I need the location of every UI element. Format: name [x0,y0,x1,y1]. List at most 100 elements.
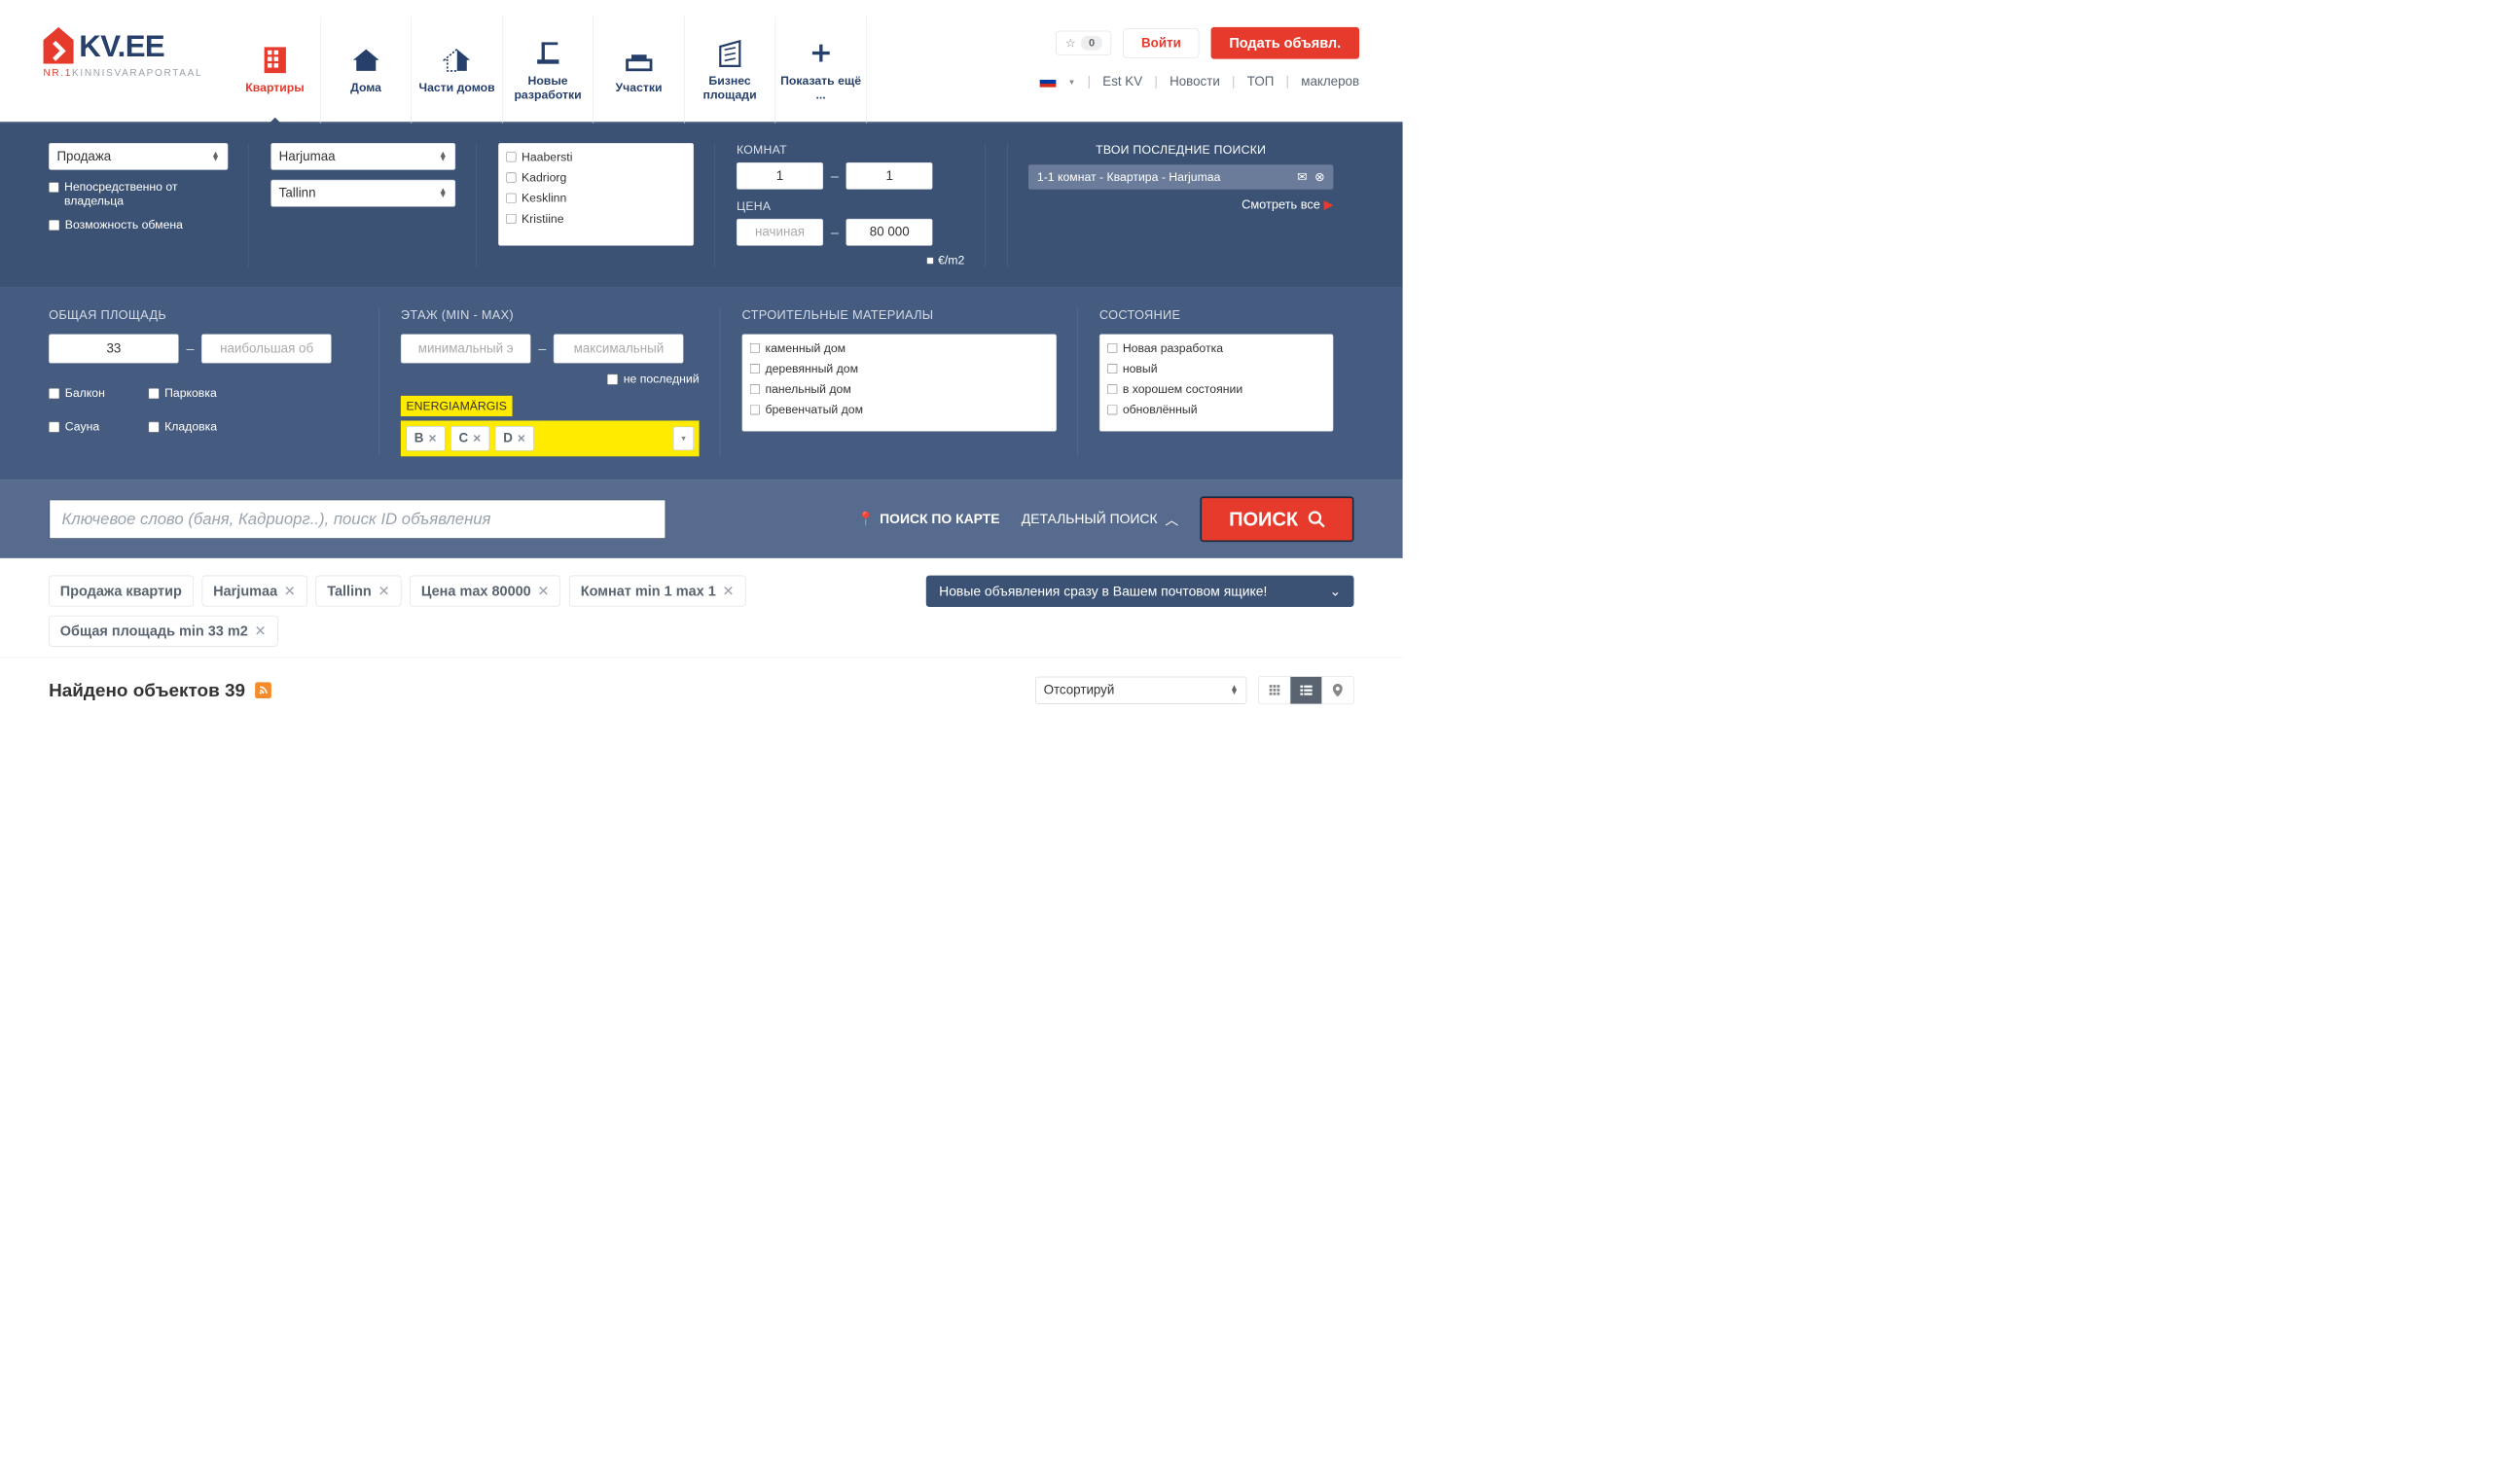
district-item[interactable]: Kesklinn [499,188,694,208]
see-all-link[interactable]: Смотреть все ▶ [1028,197,1333,212]
nav-house-parts[interactable]: Части домов [412,17,503,124]
material-item[interactable]: бревенчатый дом [742,400,1056,420]
owner-checkbox[interactable]: Непосредственно от владельца [49,180,228,208]
close-icon[interactable]: ✕ [254,623,266,639]
logo-text: KV.EE [79,28,164,63]
floor-max-input[interactable] [554,334,684,363]
building-icon [263,46,286,74]
condition-item[interactable]: Новая разработка [1099,338,1332,358]
chevron-down-icon: ▼ [1068,78,1076,87]
link-est-kv[interactable]: Est KV [1102,74,1142,89]
nav-more[interactable]: Показать ещё ... [775,17,867,124]
parking-checkbox[interactable]: Парковка [148,386,217,400]
search-button[interactable]: ПОИСК [1201,496,1354,542]
exchange-checkbox[interactable]: Возможность обмена [49,218,228,231]
energy-tags: B✕ C✕ D✕ ▾ [401,420,700,456]
nav-apartments[interactable]: Квартиры [230,17,321,124]
area-min-input[interactable] [49,334,179,363]
close-icon[interactable]: ✕ [537,583,549,599]
deal-type-select[interactable]: Продажа▲▼ [49,143,228,170]
recent-search-item[interactable]: 1-1 комнат - Квартира - Harjumaa ✉ ⊗ [1028,164,1333,190]
sort-select[interactable]: Отсортируй▲▼ [1035,677,1246,704]
search-icon [1308,511,1325,528]
login-button[interactable]: Войти [1124,28,1200,57]
keyword-input[interactable] [49,499,666,539]
not-last-checkbox[interactable]: не последний [401,372,700,385]
pin-icon [1333,684,1343,696]
link-news[interactable]: Новости [1170,74,1220,89]
energy-dropdown[interactable]: ▾ [673,427,694,450]
plot-icon [625,48,653,71]
post-ad-button[interactable]: Подать объявл. [1210,27,1359,59]
energy-tag-d[interactable]: D✕ [495,426,534,451]
district-item[interactable]: Kristiine [499,208,694,229]
condition-item[interactable]: новый [1099,358,1332,378]
floor-heading: ЭТАЖ (MIN - MAX) [401,307,700,322]
filter-chip[interactable]: Комнат min 1 max 1✕ [569,576,745,607]
close-icon[interactable]: ⊗ [1314,170,1324,184]
storage-checkbox[interactable]: Кладовка [148,419,217,433]
rooms-min-input[interactable] [737,162,823,190]
nav-business[interactable]: Бизнес площади [685,17,776,124]
close-icon[interactable]: ✕ [378,583,389,599]
office-icon [717,39,743,67]
eur-m2-checkbox[interactable] [926,257,933,264]
house-part-icon [443,47,471,73]
close-icon[interactable]: ✕ [284,583,296,599]
detailed-search-link[interactable]: ДЕТАЛЬНЫЙ ПОИСК︿ [1022,510,1179,529]
filter-chip[interactable]: Общая площадь min 33 m2✕ [49,616,277,647]
star-icon: ☆ [1065,36,1076,50]
filter-chip[interactable]: Продажа квартир [49,576,193,607]
floor-min-input[interactable] [401,334,531,363]
rooms-label: КОМНАТ [737,143,964,157]
condition-heading: СОСТОЯНИЕ [1099,307,1333,322]
chevron-up-icon: ︿ [1165,510,1178,529]
close-icon[interactable]: ✕ [722,583,734,599]
subscribe-banner[interactable]: Новые объявления сразу в Вашем почтовом … [926,576,1354,607]
nav-new-dev[interactable]: Новые разработки [503,17,594,124]
energy-tag-c[interactable]: C✕ [450,426,489,451]
grid-icon [1269,685,1280,696]
nav-houses[interactable]: Дома [321,17,413,124]
material-item[interactable]: панельный дом [742,379,1056,400]
logo[interactable]: KV.EE NR.1KINNISVARAPORTAAL [44,17,203,79]
mail-icon[interactable]: ✉ [1297,170,1307,184]
price-max-input[interactable] [846,219,933,246]
condition-item[interactable]: в хорошем состоянии [1099,379,1332,400]
view-list-button[interactable] [1290,677,1321,704]
plus-icon [809,41,832,64]
nav-plots[interactable]: Участки [594,17,685,124]
pin-icon: 📍 [857,512,874,527]
district-listbox[interactable]: Haabersti Kadriorg Kesklinn Kristiine [498,143,694,246]
materials-listbox[interactable]: каменный дом деревянный дом панельный до… [742,334,1057,431]
region-select[interactable]: Harjumaa▲▼ [270,143,455,170]
list-icon [1300,685,1313,695]
balcony-checkbox[interactable]: Балкон [49,386,105,400]
view-grid-button[interactable] [1259,677,1290,704]
material-item[interactable]: деревянный дом [742,358,1056,378]
rss-icon[interactable] [255,682,271,698]
material-item[interactable]: каменный дом [742,338,1056,358]
area-max-input[interactable] [201,334,332,363]
condition-item[interactable]: обновлённый [1099,400,1332,420]
favorites-count[interactable]: ☆0 [1056,31,1111,55]
rooms-max-input[interactable] [846,162,933,190]
filter-chip[interactable]: Tallinn✕ [316,576,402,607]
district-item[interactable]: Haabersti [499,147,694,167]
area-heading: ОБЩАЯ ПЛОЩАДЬ [49,307,358,322]
view-map-button[interactable] [1322,677,1353,704]
link-brokers[interactable]: маклеров [1301,74,1359,89]
house-icon [352,47,380,73]
district-item[interactable]: Kadriorg [499,167,694,188]
condition-listbox[interactable]: Новая разработка новый в хорошем состоян… [1099,334,1333,431]
link-top[interactable]: ТОП [1247,74,1275,89]
filter-chip[interactable]: Harjumaa✕ [201,576,306,607]
flag-icon[interactable] [1040,76,1057,87]
city-select[interactable]: Tallinn▲▼ [270,180,455,207]
price-min-input[interactable] [737,219,823,246]
energy-tag-b[interactable]: B✕ [406,426,445,451]
sauna-checkbox[interactable]: Сауна [49,419,105,433]
filter-chip[interactable]: Цена max 80000✕ [410,576,560,607]
logo-subtitle: NR.1KINNISVARAPORTAAL [44,67,203,79]
map-search-link[interactable]: 📍ПОИСК ПО КАРТЕ [857,512,999,527]
